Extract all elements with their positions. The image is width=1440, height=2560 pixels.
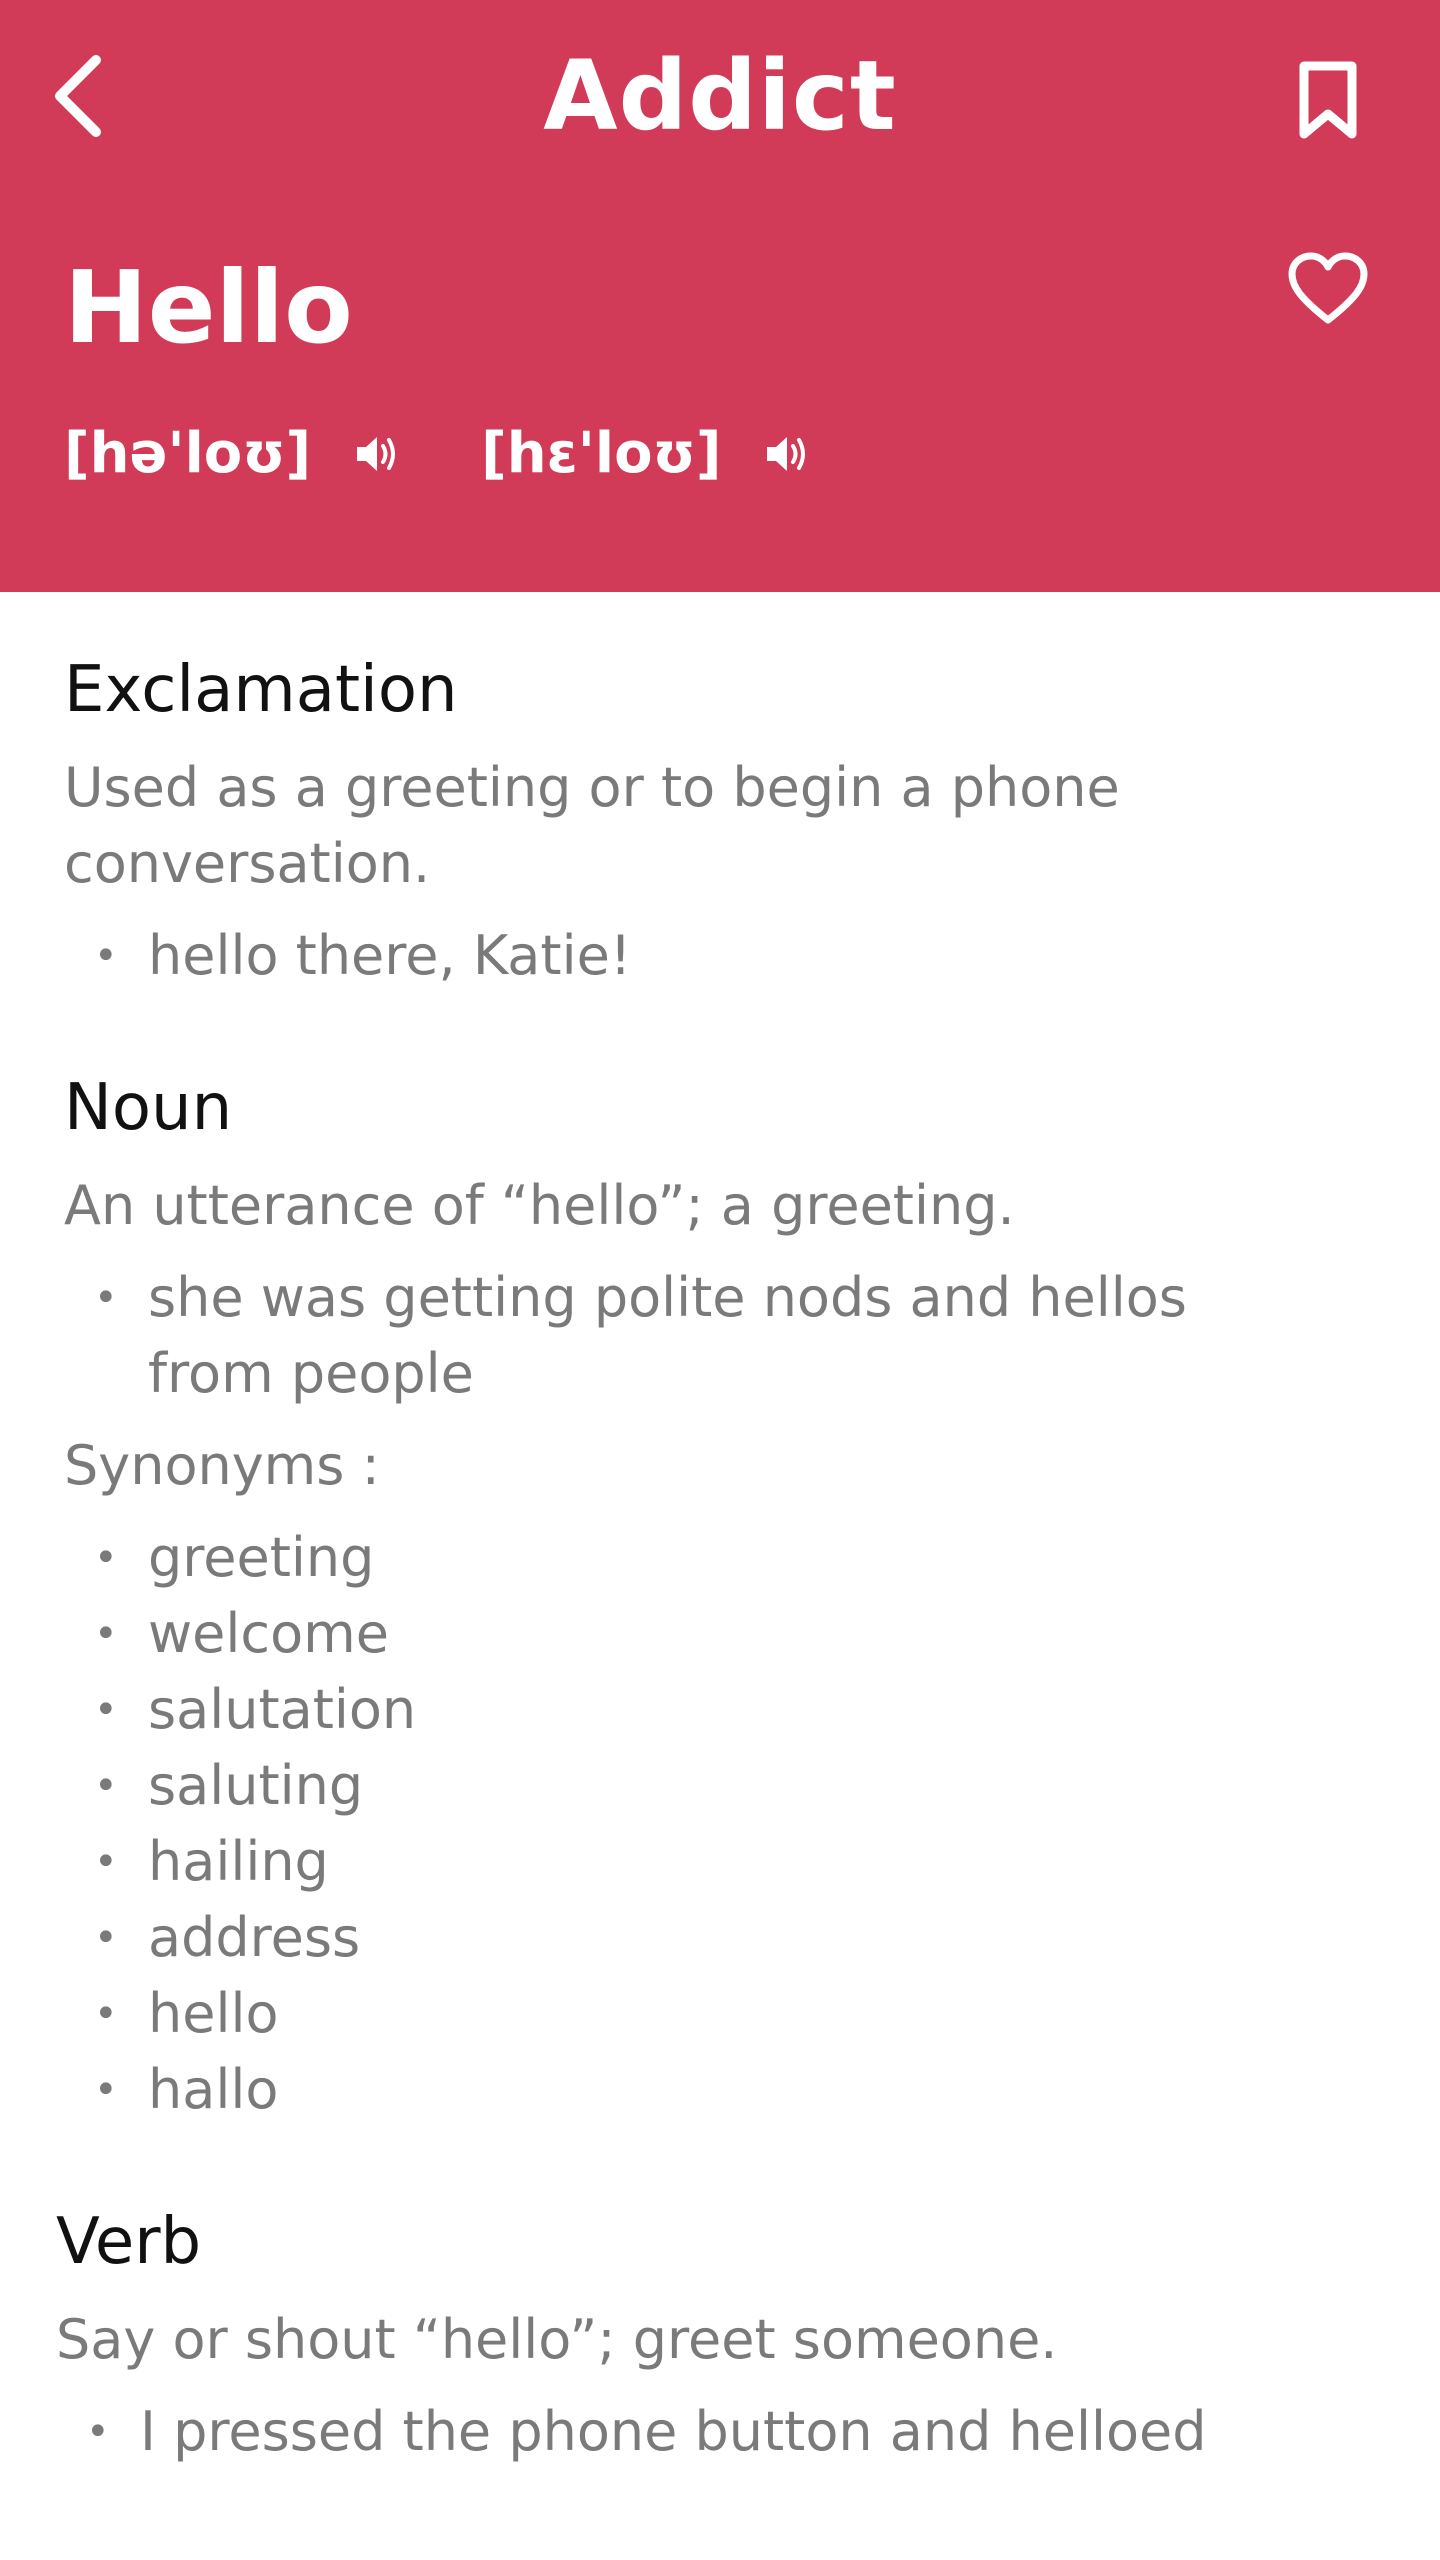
bookmark-button[interactable] — [1268, 44, 1388, 156]
examples-list: • hello there, Katie! — [64, 918, 1376, 994]
bullet: • — [86, 2409, 110, 2455]
synonym-text: salutation — [148, 1678, 417, 1741]
play-pronunciation-us-button[interactable] — [345, 422, 409, 486]
synonym-text: address — [148, 1906, 361, 1969]
synonyms-list: • greeting • welcome • salutation • saluting… — [64, 1520, 1376, 2128]
example-text: she was getting polite nods and hellos f… — [148, 1266, 1187, 1405]
heart-outline-icon — [1288, 252, 1368, 324]
bullet: • — [94, 1611, 118, 1657]
bookmark-icon — [1299, 61, 1357, 139]
app-header: Addict Hello [hə'loʊ] [hɛ'loʊ] — [0, 0, 1440, 592]
definition-text: Say or shout “hello”; greet someone. — [56, 2308, 1058, 2371]
bullet: • — [94, 2067, 118, 2113]
section-noun: Noun An utterance of “hello”; a greeting… — [0, 994, 1440, 2128]
section-exclamation: Exclamation Used as a greeting or to beg… — [0, 592, 1440, 994]
bullet: • — [94, 933, 118, 979]
bullet: • — [94, 1687, 118, 1733]
pronunciation-row: [hə'loʊ] [hɛ'loʊ] — [64, 414, 891, 494]
part-of-speech-heading: Verb — [56, 2205, 202, 2279]
synonym-item: • hailing — [64, 1824, 1376, 1900]
synonym-item: • address — [64, 1900, 1376, 1976]
bullet: • — [94, 1915, 118, 1961]
example-text: hello there, Katie! — [148, 924, 632, 987]
bullet: • — [94, 1535, 118, 1581]
app-title: Addict — [543, 40, 897, 152]
part-of-speech-heading: Noun — [64, 1071, 233, 1145]
examples-list: • she was getting polite nods and hellos … — [64, 1260, 1324, 1412]
synonym-text: hailing — [148, 1830, 329, 1893]
synonym-text: saluting — [148, 1754, 364, 1817]
definition-text: An utterance of “hello”; a greeting. — [64, 1174, 1015, 1237]
pronunciation-us: [hə'loʊ] — [64, 421, 312, 486]
synonym-item: • hello — [64, 1976, 1376, 2052]
speaker-icon — [767, 437, 806, 471]
synonym-item: • salutation — [64, 1672, 1376, 1748]
synonyms-label: Synonyms : — [64, 1434, 380, 1497]
synonym-text: greeting — [148, 1526, 375, 1589]
example-item: • hello there, Katie! — [64, 918, 1376, 994]
bullet: • — [94, 1275, 118, 1321]
synonym-item: • saluting — [64, 1748, 1376, 1824]
bullet: • — [94, 1991, 118, 2037]
synonym-item: • greeting — [64, 1520, 1376, 1596]
part-of-speech-heading: Exclamation — [64, 653, 458, 727]
speaker-icon — [357, 437, 396, 471]
play-pronunciation-alt-button[interactable] — [755, 422, 819, 486]
definitions-content: Exclamation Used as a greeting or to beg… — [0, 592, 1440, 2470]
definition-text: Used as a greeting or to begin a phone c… — [64, 756, 1120, 895]
synonym-item: • welcome — [64, 1596, 1376, 1672]
section-verb: Verb Say or shout “hello”; greet someone… — [0, 2128, 1440, 2470]
example-text: I pressed the phone button and helloed — [140, 2400, 1207, 2463]
synonym-text: welcome — [148, 1602, 389, 1665]
bullet: • — [94, 1763, 118, 1809]
bullet: • — [94, 1839, 118, 1885]
example-item: • she was getting polite nods and hellos … — [64, 1260, 1324, 1412]
synonym-text: hallo — [148, 2058, 279, 2121]
word-title: Hello — [64, 249, 353, 366]
examples-list: • I pressed the phone button and helloed — [56, 2394, 1376, 2470]
synonym-item: • hallo — [64, 2052, 1376, 2128]
example-item: • I pressed the phone button and helloed — [56, 2394, 1376, 2470]
pronunciation-alt: [hɛ'loʊ] — [481, 421, 722, 486]
synonym-text: hello — [148, 1982, 279, 2045]
favorite-button[interactable] — [1268, 232, 1388, 344]
